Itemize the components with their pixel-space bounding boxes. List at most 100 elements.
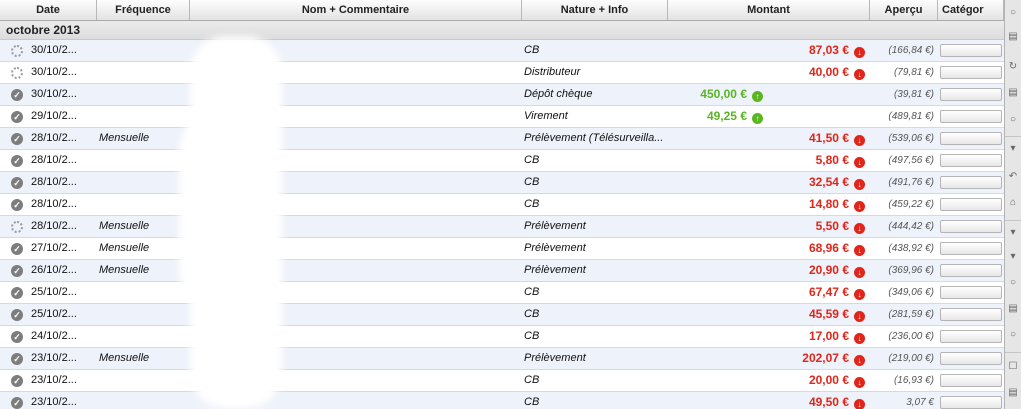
column-header-categorie[interactable]: Catégor — [938, 0, 1004, 20]
table-row[interactable]: 30/10/2... CB 87,03 € ↓ (166,84 €) — [0, 40, 1004, 62]
table-row[interactable]: ✓ 27/10/2... Mensuelle Prélèvement 68,96 € ↓ (… — [0, 238, 1004, 260]
column-header-montant[interactable]: Montant — [668, 0, 870, 20]
cell-apercu: (497,56 €) — [888, 155, 934, 166]
category-selector[interactable] — [940, 308, 1002, 321]
cell-frequence — [99, 194, 189, 215]
table-row[interactable]: ✓ 24/10/2... CB 17,00 € ↓ (236,00 €) — [0, 326, 1004, 348]
amount-value: 5,80 € — [815, 153, 849, 167]
transaction-rows: 30/10/2... CB 87,03 € ↓ (166,84 €) 30/10/2...… — [0, 40, 1004, 409]
cell-nature: CB — [524, 396, 540, 408]
amount-value: 87,03 € — [808, 43, 849, 57]
cell-nature: CB — [524, 44, 540, 56]
table-row[interactable]: ✓ 28/10/2... Mensuelle Prélèvement (Télésur… — [0, 128, 1004, 150]
checkmark-icon[interactable]: ✓ — [11, 89, 23, 101]
checkmark-icon[interactable]: ✓ — [11, 243, 23, 255]
cell-date: 24/10/2... — [31, 330, 77, 342]
cell-nature: CB — [524, 154, 540, 166]
checkmark-icon[interactable]: ✓ — [11, 199, 23, 211]
checkmark-icon[interactable]: ✓ — [11, 309, 23, 321]
checkmark-icon[interactable]: ✓ — [11, 265, 23, 277]
circle-icon[interactable]: ○ — [1008, 115, 1018, 125]
pending-icon[interactable] — [11, 67, 23, 79]
cell-date: 23/10/2... — [31, 352, 77, 364]
category-selector[interactable] — [940, 220, 1002, 233]
checkmark-icon[interactable]: ✓ — [11, 331, 23, 343]
category-selector[interactable] — [940, 264, 1002, 277]
amount-value: 32,54 € — [808, 175, 849, 189]
category-selector[interactable] — [940, 66, 1002, 79]
circle-icon[interactable]: ○ — [1008, 278, 1018, 288]
column-header-date[interactable]: Date — [0, 0, 97, 20]
pending-icon[interactable] — [11, 45, 23, 57]
table-row[interactable]: 28/10/2... Mensuelle Prélèvement 5,50 € ↓ (44… — [0, 216, 1004, 238]
checkmark-icon[interactable]: ✓ — [11, 353, 23, 365]
checkmark-icon[interactable]: ✓ — [11, 375, 23, 387]
cell-nature: Dépôt chèque — [524, 88, 593, 100]
table-row[interactable]: 30/10/2... Distributeur 40,00 € ↓ (79,81 €) — [0, 62, 1004, 84]
month-group-header[interactable]: octobre 2013 — [0, 21, 1004, 40]
cell-date: 30/10/2... — [31, 66, 77, 78]
checkmark-icon[interactable]: ✓ — [11, 177, 23, 189]
cell-date: 23/10/2... — [31, 374, 77, 386]
refresh-icon[interactable]: ↻ — [1008, 62, 1018, 72]
table-row[interactable]: ✓ 26/10/2... Mensuelle Prélèvement 20,90 € ↓ (… — [0, 260, 1004, 282]
cell-date: 26/10/2... — [31, 264, 77, 276]
pending-icon[interactable] — [11, 221, 23, 233]
category-selector[interactable] — [940, 330, 1002, 343]
category-selector[interactable] — [940, 88, 1002, 101]
toolbar-divider — [1005, 136, 1021, 137]
cell-montant: 49,50 € ↓ — [670, 392, 865, 409]
table-row[interactable]: ✓ 25/10/2... CB 67,47 € ↓ (349,06 €) — [0, 282, 1004, 304]
category-selector[interactable] — [940, 154, 1002, 167]
category-selector[interactable] — [940, 132, 1002, 145]
category-selector[interactable] — [940, 286, 1002, 299]
table-row[interactable]: ✓ 23/10/2... CB 49,50 € ↓ 3,07 € — [0, 392, 1004, 409]
cell-nature: Prélèvement — [524, 264, 586, 276]
category-selector[interactable] — [940, 352, 1002, 365]
cell-frequence — [99, 40, 189, 61]
category-selector[interactable] — [940, 110, 1002, 123]
document-icon[interactable]: ▤ — [1008, 304, 1018, 314]
category-selector[interactable] — [940, 44, 1002, 57]
checkmark-icon[interactable]: ✓ — [11, 397, 23, 409]
category-selector[interactable] — [940, 198, 1002, 211]
column-header-nom[interactable]: Nom + Commentaire — [190, 0, 522, 20]
chevron-down-icon[interactable]: ▾ — [1008, 252, 1018, 262]
table-row[interactable]: ✓ 28/10/2... CB 32,54 € ↓ (491,76 €) — [0, 172, 1004, 194]
checkmark-icon[interactable]: ✓ — [11, 155, 23, 167]
table-row[interactable]: ✓ 23/10/2... CB 20,00 € ↓ (16,93 €) — [0, 370, 1004, 392]
cell-date: 28/10/2... — [31, 176, 77, 188]
cell-nature: Distributeur — [524, 66, 581, 78]
document-icon[interactable]: ▤ — [1008, 388, 1018, 398]
table-row[interactable]: ✓ 23/10/2... Mensuelle Prélèvement 202,07 € ↓… — [0, 348, 1004, 370]
checkmark-icon[interactable]: ✓ — [11, 133, 23, 145]
category-selector[interactable] — [940, 396, 1002, 409]
circle-icon[interactable]: ○ — [1008, 330, 1018, 340]
table-row[interactable]: ✓ 28/10/2... CB 5,80 € ↓ (497,56 €) — [0, 150, 1004, 172]
chevron-down-icon[interactable]: ▾ — [1008, 228, 1018, 238]
table-row[interactable]: ✓ 25/10/2... CB 45,59 € ↓ (281,59 €) — [0, 304, 1004, 326]
undo-icon[interactable]: ↶ — [1008, 172, 1018, 182]
cell-frequence — [99, 172, 189, 193]
category-selector[interactable] — [940, 176, 1002, 189]
table-row[interactable]: ✓ 30/10/2... Dépôt chèque 450,00 € ↑ (39,81 €… — [0, 84, 1004, 106]
checkbox-icon[interactable]: ☐ — [1008, 362, 1018, 372]
list-icon[interactable]: ▤ — [1008, 88, 1018, 98]
document-icon[interactable]: ▤ — [1008, 32, 1018, 42]
circle-icon[interactable]: ○ — [1008, 8, 1018, 18]
cell-apercu: (539,06 €) — [888, 133, 934, 144]
table-row[interactable]: ✓ 29/10/2... Virement 49,25 € ↑ (489,81 €) — [0, 106, 1004, 128]
column-header-frequence[interactable]: Fréquence — [97, 0, 190, 20]
amount-value: 202,07 € — [802, 351, 849, 365]
checkmark-icon[interactable]: ✓ — [11, 287, 23, 299]
table-row[interactable]: ✓ 28/10/2... CB 14,80 € ↓ (459,22 €) — [0, 194, 1004, 216]
cell-date: 25/10/2... — [31, 308, 77, 320]
trash-icon[interactable]: ⌂ — [1008, 198, 1018, 208]
chevron-down-icon[interactable]: ▾ — [1008, 144, 1018, 154]
column-header-apercu[interactable]: Aperçu — [870, 0, 938, 20]
cell-montant: 32,54 € ↓ — [670, 172, 865, 193]
column-header-nature[interactable]: Nature + Info — [522, 0, 668, 20]
checkmark-icon[interactable]: ✓ — [11, 111, 23, 123]
category-selector[interactable] — [940, 242, 1002, 255]
category-selector[interactable] — [940, 374, 1002, 387]
